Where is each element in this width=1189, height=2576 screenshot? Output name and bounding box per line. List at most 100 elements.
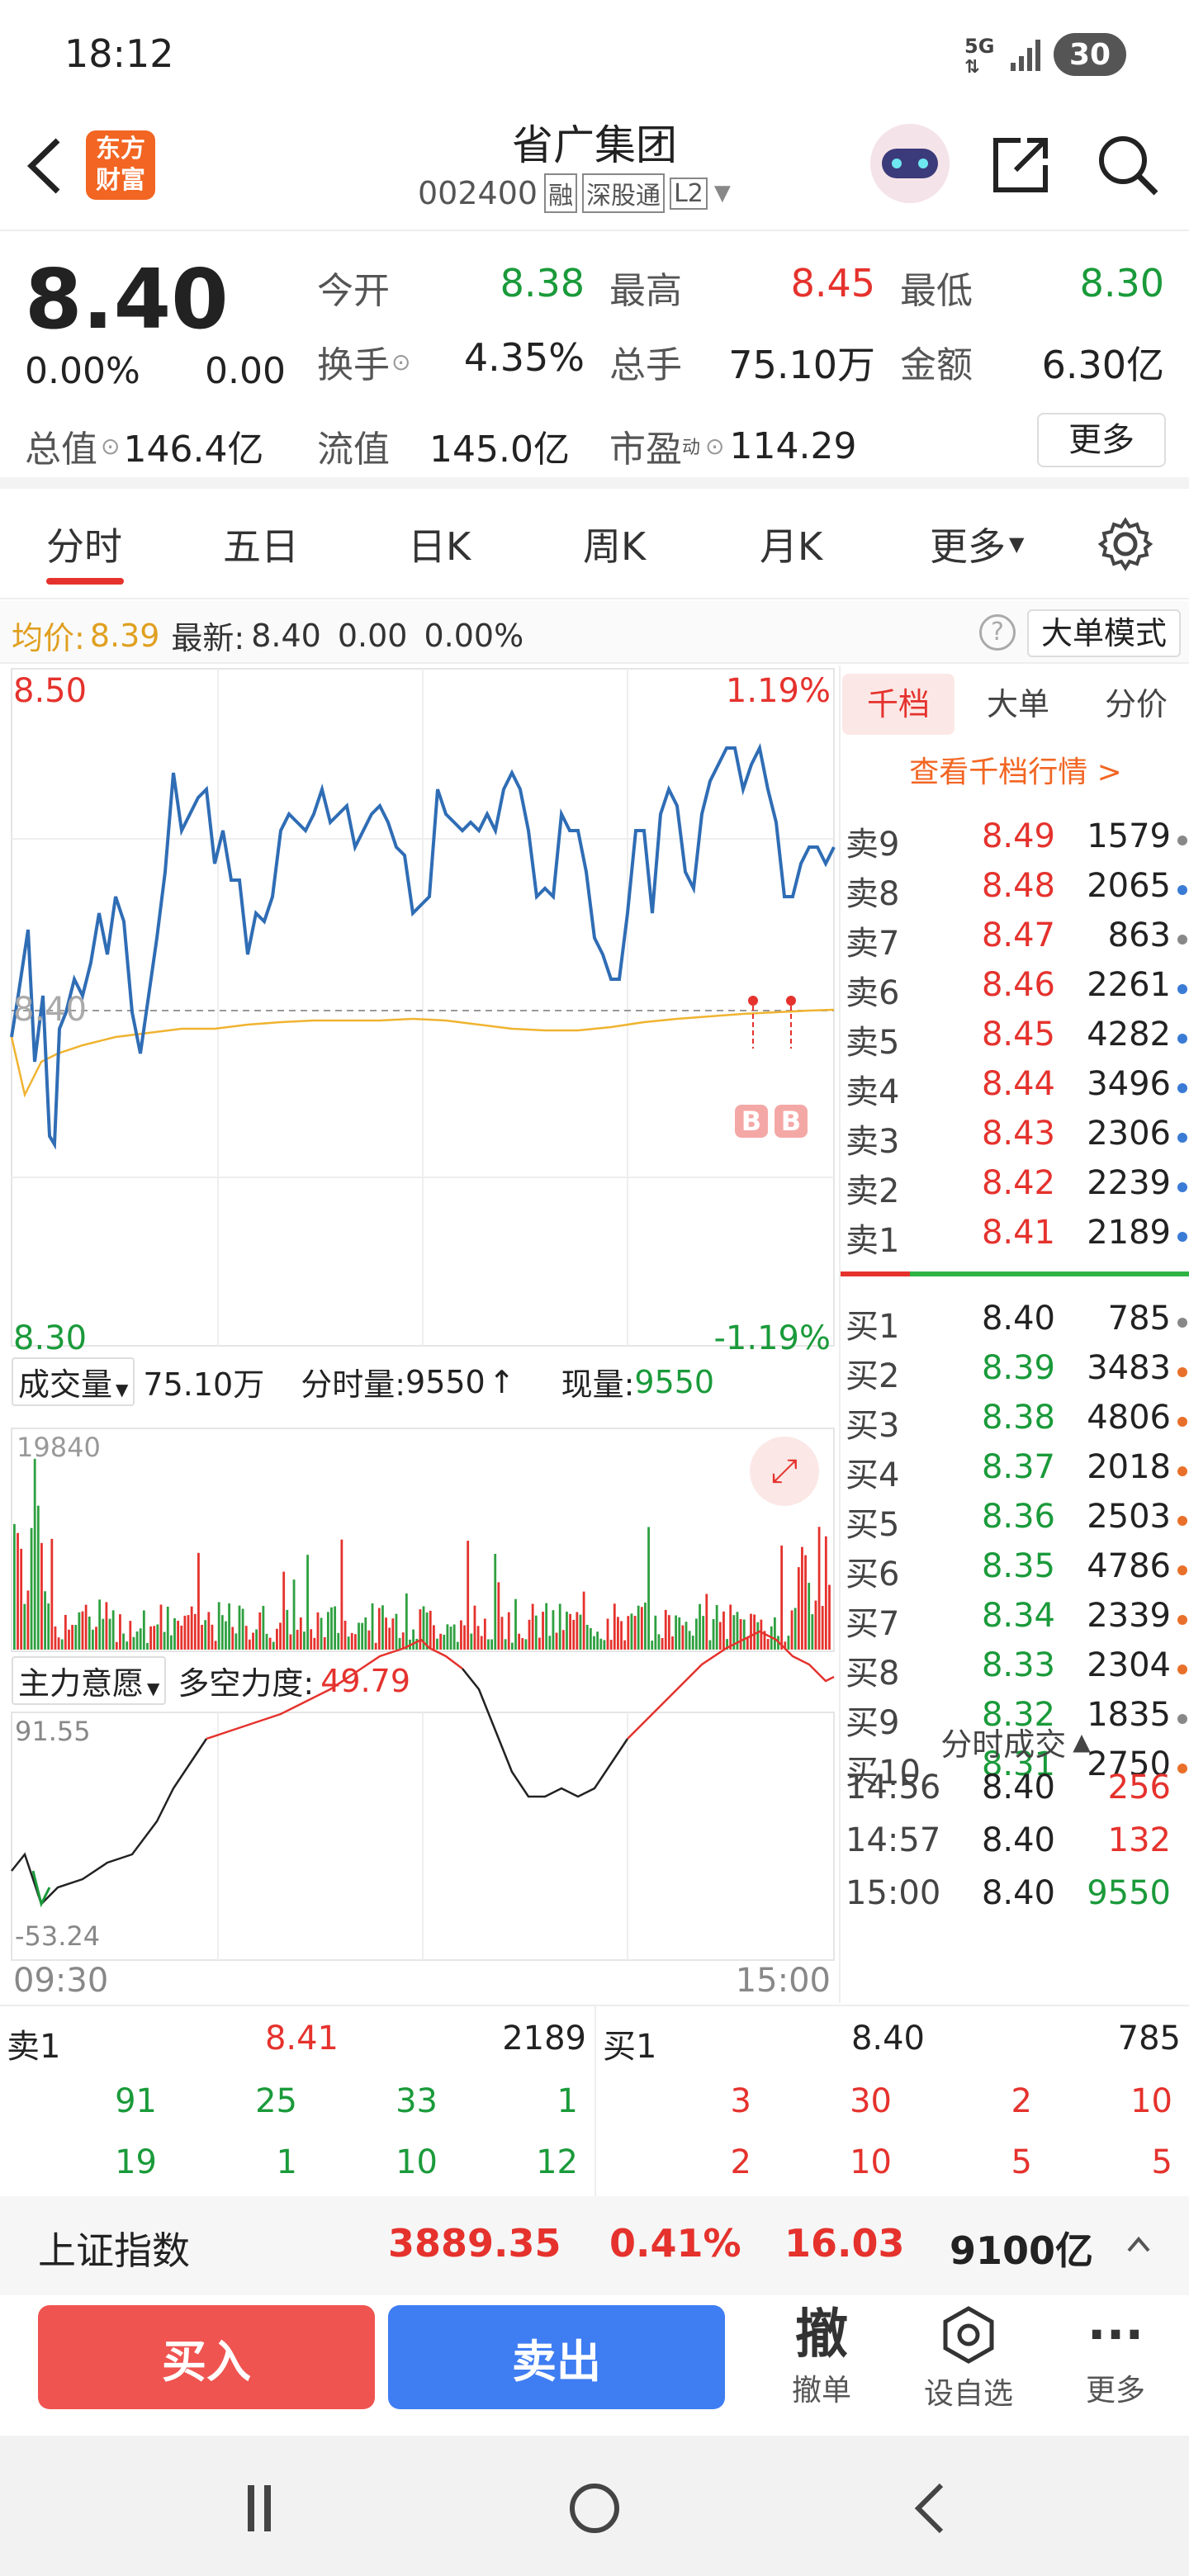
ask-level-row[interactable]: 卖9 8.49 1579 [841,817,1189,867]
signal-icon [1011,40,1040,71]
volume-bar [514,1598,517,1650]
volume-bar [681,1625,685,1650]
ask-level-row[interactable]: 卖3 8.43 2306 [841,1115,1189,1164]
volume-bar [524,1639,528,1650]
home-icon[interactable] [570,2484,619,2533]
level-volume: 785 [1107,1300,1171,1338]
big-order-mode-button[interactable]: 大单模式 [1027,609,1181,657]
tab-daily-k[interactable]: 日K [408,517,471,571]
tab-thousand-levels[interactable]: 千档 [842,674,955,735]
tab-big-orders[interactable]: 大单 [973,674,1063,735]
level-label: 卖6 [846,974,900,1012]
tab-more[interactable]: 更多 ▼ [930,517,1024,571]
volume-indicator-select[interactable]: 成交量 ▼ [12,1357,135,1406]
sell-button[interactable]: 卖出 [388,2305,725,2409]
tab-intraday[interactable]: 分时 [46,517,122,571]
tab-weekly-k[interactable]: 周K [583,517,646,571]
pe-info-icon[interactable]: ⊙ [705,433,724,460]
bid-level-row[interactable]: 买5 8.36 2503 [841,1498,1189,1547]
bid-level-row[interactable]: 买4 8.37 2018 [841,1448,1189,1498]
ask-level-row[interactable]: 卖6 8.46 2261 [841,966,1189,1016]
ask-level-row[interactable]: 卖1 8.41 2189 [841,1214,1189,1263]
ind-name: 多空力度: [178,1665,315,1702]
ask-level-row[interactable]: 卖5 8.45 4282 [841,1016,1189,1065]
volume-bar [234,1633,238,1650]
search-icon[interactable] [1095,132,1161,198]
price-axis-top: 8.50 [13,672,88,710]
queue-order-size: 91 [115,2082,157,2120]
trades-title-row[interactable]: 分时成交 ▲ [841,1719,1189,1764]
index-ticker-bar[interactable]: 上证指数 3889.35 0.41% 16.03 9100亿 [0,2196,1189,2295]
ask-level-row[interactable]: 卖7 8.47 863 [841,916,1189,966]
volume-bar [552,1610,555,1650]
expand-up-icon[interactable] [1126,2234,1151,2254]
assistant-avatar-icon[interactable] [870,124,950,203]
settings-gear-icon[interactable] [1098,517,1153,571]
level-price: 8.48 [981,867,1055,905]
level-dot-icon [1177,1133,1187,1143]
volume-bar [350,1632,353,1650]
volume-bar [54,1626,57,1650]
turnover-label-row[interactable]: 换手 ⊙ [317,335,410,388]
watchlist-label: 设自选 [923,2377,1013,2411]
recents-icon-bar2[interactable] [264,2485,271,2531]
more-quote-button[interactable]: 更多 [1037,413,1166,467]
bid-level-row[interactable]: 买2 8.39 3483 [841,1349,1189,1399]
level-dot-icon [1177,1083,1187,1093]
volume-bar [177,1621,180,1650]
cancel-order-button[interactable]: 撤 撤单 [776,2304,867,2409]
tab-five-day[interactable]: 五日 [223,517,299,571]
volume-bar [456,1641,459,1650]
info-dots-icon[interactable]: ⊙ [391,348,410,376]
volume-bar [391,1618,395,1650]
trade-action-bar: 买入 卖出 撤 撤单 设自选 ··· 更多 [0,2295,1189,2436]
vol-caret-icon: ▼ [116,1380,129,1399]
share-icon[interactable] [988,132,1054,198]
vol-tick: 9550 [405,1363,486,1400]
bid-level-row[interactable]: 买3 8.38 4806 [841,1399,1189,1448]
ask-level-row[interactable]: 卖4 8.44 3496 [841,1065,1189,1115]
code-dropdown-icon[interactable]: ▼ [714,181,731,206]
tab-active-underline [46,578,124,585]
volume-bar [377,1608,381,1650]
back-icon[interactable] [23,135,64,197]
turnover-label: 换手 [317,344,390,386]
volume-bar [68,1629,70,1650]
recents-icon-bar1[interactable] [248,2485,254,2531]
change-abs: 0.00 [205,350,286,392]
queue-order-size: 5 [1011,2143,1032,2181]
buy-button[interactable]: 买入 [38,2305,375,2409]
pct-axis-top: 1.19% [725,672,831,710]
mktcap-info-icon[interactable]: ⊙ [101,433,120,460]
level-volume: 2018 [1087,1448,1171,1486]
expand-icon[interactable]: ⤢ [750,1437,819,1506]
volume-bar [30,1527,33,1650]
ask-level-row[interactable]: 卖2 8.42 2239 [841,1164,1189,1214]
more-actions-button[interactable]: ··· 更多 [1070,2304,1161,2409]
high-value: 8.45 [790,261,875,305]
volume-bar [71,1625,74,1650]
buy-marker-1[interactable]: B [735,1105,768,1138]
view-levels-link[interactable]: 查看千档行情 > [841,748,1189,791]
bid-level-row[interactable]: 买1 8.40 785 [841,1300,1189,1349]
add-watchlist-button[interactable]: 设自选 [913,2304,1024,2413]
bid-level-row[interactable]: 买7 8.34 2339 [841,1597,1189,1646]
volume-bar [156,1624,159,1650]
volume-bar [255,1629,258,1650]
volume-bar [480,1636,483,1650]
volume-bar [712,1619,715,1650]
indicator-select[interactable]: 主力意愿 ▼ [12,1656,167,1705]
tab-price-distribution[interactable]: 分价 [1087,674,1186,735]
tab-monthly-k[interactable]: 月K [760,517,822,571]
volume-bar [742,1619,746,1650]
vol-now: 9550 [634,1363,715,1400]
app-logo[interactable]: 东方 财富 [86,130,155,200]
help-icon[interactable]: ? [979,614,1016,651]
buy-marker-2[interactable]: B [775,1105,808,1138]
volume-bar [817,1527,821,1650]
volume-bar [633,1616,637,1650]
bid-level-row[interactable]: 买8 8.33 2304 [841,1646,1189,1696]
ask-level-row[interactable]: 卖8 8.48 2065 [841,867,1189,916]
nav-back-icon[interactable] [912,2482,948,2535]
bid-level-row[interactable]: 买6 8.35 4786 [841,1547,1189,1597]
